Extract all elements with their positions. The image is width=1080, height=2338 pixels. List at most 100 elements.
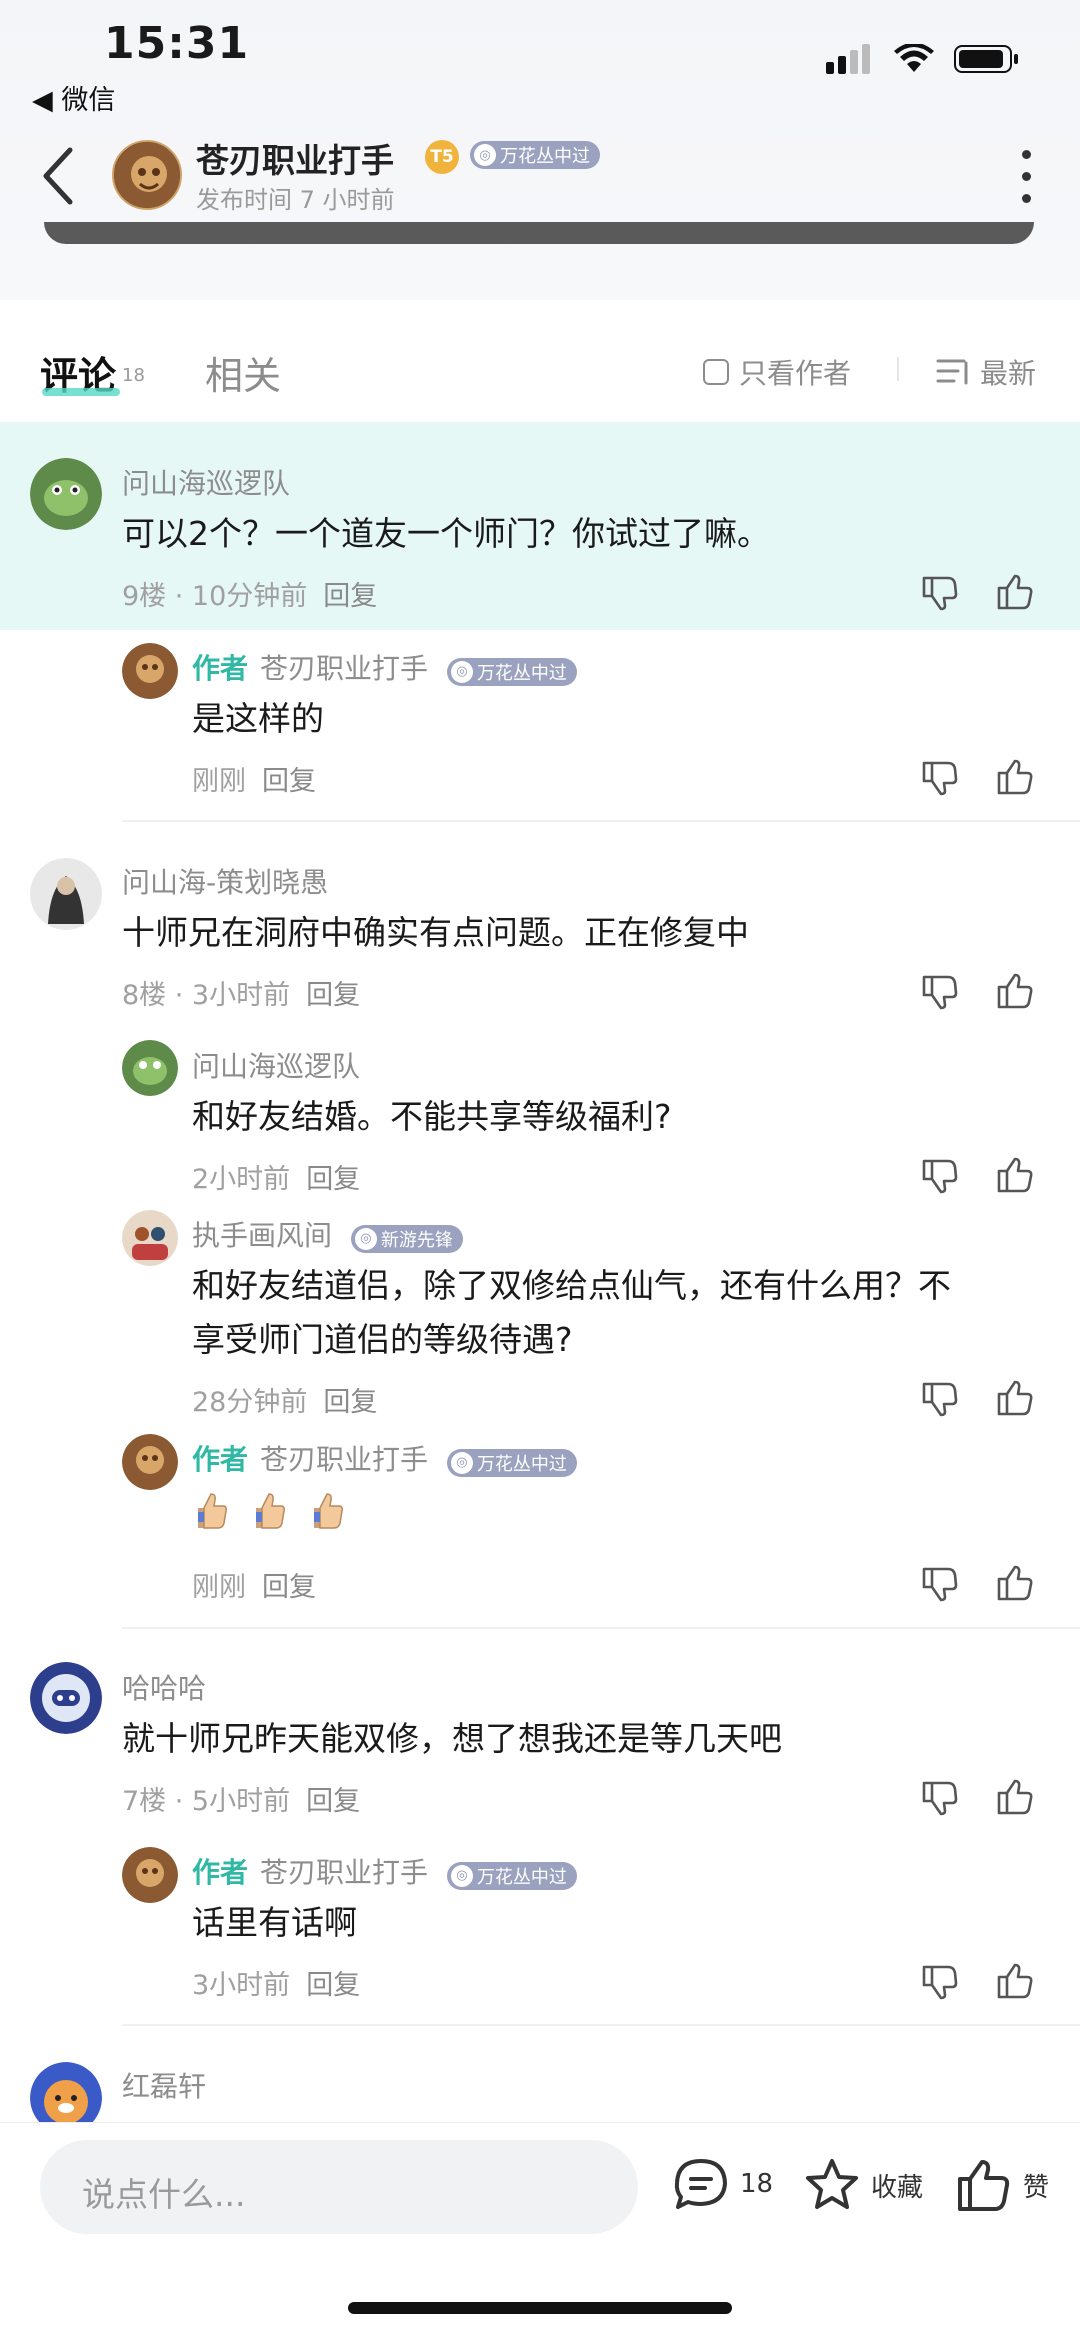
wifi-icon bbox=[894, 44, 934, 72]
reply-button[interactable]: 回复 bbox=[323, 581, 377, 612]
post-media-strip bbox=[44, 222, 1034, 244]
like-icon[interactable] bbox=[995, 757, 1035, 797]
avatar[interactable] bbox=[122, 643, 178, 699]
more-options-icon[interactable] bbox=[1022, 150, 1032, 216]
cellular-signal-icon bbox=[826, 44, 870, 74]
user-tag: ◎ 万花丛中过 bbox=[446, 1448, 577, 1477]
comment-username[interactable]: 执手画风间 ◎ 新游先锋 bbox=[192, 1214, 463, 1254]
author-label: 作者 bbox=[192, 1443, 249, 1476]
comment-content: 十师兄在洞府中确实有点问题。正在修复中 bbox=[122, 913, 749, 952]
user-tag: ◎ 新游先锋 bbox=[350, 1224, 463, 1253]
comment-content: 可以2个？一个道友一个师门？你试过了嘛。 bbox=[122, 514, 770, 553]
dislike-icon[interactable] bbox=[920, 1777, 960, 1817]
avatar[interactable] bbox=[30, 458, 102, 530]
comment-meta: 刚刚 回复 bbox=[192, 1572, 316, 1603]
avatar[interactable] bbox=[122, 1210, 178, 1266]
reply-button[interactable]: 回复 bbox=[323, 1387, 377, 1418]
comment-bubble-icon bbox=[674, 2159, 727, 2209]
battery-icon bbox=[954, 45, 1018, 73]
level-badge: T5 bbox=[425, 140, 459, 174]
comment-meta: 7楼 · 5小时前 回复 bbox=[122, 1786, 361, 1817]
status-icons bbox=[826, 44, 1020, 74]
like-icon[interactable] bbox=[995, 1155, 1035, 1195]
home-indicator bbox=[348, 2302, 732, 2314]
author-label: 作者 bbox=[192, 652, 249, 685]
author-tag: ◎ 万花丛中过 bbox=[470, 141, 600, 169]
dislike-icon[interactable] bbox=[920, 1155, 960, 1195]
back-arrow-icon[interactable] bbox=[40, 146, 76, 206]
comment-content: 和好友结婚。不能共享等级福利? bbox=[192, 1097, 672, 1136]
like-icon[interactable] bbox=[995, 572, 1035, 612]
reply-button[interactable]: 回复 bbox=[262, 766, 316, 797]
star-icon bbox=[806, 2159, 858, 2209]
reply-button[interactable]: 回复 bbox=[306, 980, 360, 1011]
thumbs-up-icon bbox=[958, 2160, 1010, 2211]
reply-button[interactable]: 回复 bbox=[306, 1164, 360, 1195]
comment-input-placeholder[interactable]: 说点什么... bbox=[82, 2168, 245, 2216]
comment-username[interactable]: 红磊轩 bbox=[122, 2065, 206, 2105]
only-author-toggle[interactable]: 只看作者 bbox=[703, 352, 851, 392]
thumbs-up-emoji-icon bbox=[256, 1493, 285, 1529]
comment-divider bbox=[122, 2024, 1080, 2026]
comments-button[interactable]: 18 bbox=[672, 2157, 773, 2211]
dislike-icon[interactable] bbox=[920, 757, 960, 797]
avatar[interactable] bbox=[122, 1434, 178, 1490]
tab-related[interactable]: 相关 bbox=[205, 345, 281, 400]
like-icon[interactable] bbox=[995, 1563, 1035, 1603]
user-tag: ◎ 万花丛中过 bbox=[446, 657, 577, 686]
author-name[interactable]: 苍刃职业打手 bbox=[196, 134, 394, 182]
back-to-wechat[interactable]: ◀ 微信 bbox=[32, 78, 115, 117]
avatar[interactable] bbox=[30, 858, 102, 930]
reply-button[interactable]: 回复 bbox=[262, 1572, 316, 1603]
author-label: 作者 bbox=[192, 1856, 249, 1889]
like-icon[interactable] bbox=[995, 1777, 1035, 1817]
comment-username[interactable]: 作者 苍刃职业打手 ◎ 万花丛中过 bbox=[192, 1851, 577, 1891]
comment-username[interactable]: 作者 苍刃职业打手 ◎ 万花丛中过 bbox=[192, 1438, 577, 1478]
sort-list-icon bbox=[936, 359, 968, 385]
status-time: 15:31 bbox=[104, 18, 250, 69]
publish-time: 发布时间 7 小时前 bbox=[196, 186, 395, 214]
comment-username[interactable]: 问山海-策划晓愚 bbox=[122, 861, 328, 901]
comment-meta: 8楼 · 3小时前 回复 bbox=[122, 980, 361, 1011]
comment-count: 18 bbox=[122, 365, 145, 386]
dislike-icon[interactable] bbox=[920, 1563, 960, 1603]
active-tab-indicator bbox=[42, 388, 120, 396]
comment-divider bbox=[122, 820, 1080, 822]
comment-content: 和好友结道侣，除了双修给点仙气，还有什么用？不 享受师门道侣的等级待遇? bbox=[192, 1266, 951, 1359]
like-icon[interactable] bbox=[995, 1378, 1035, 1418]
thumbs-up-emoji-icon bbox=[198, 1493, 227, 1529]
gamepad-icon: ◎ bbox=[450, 1451, 473, 1474]
gamepad-icon: ◎ bbox=[354, 1227, 377, 1250]
comment-username[interactable]: 作者 苍刃职业打手 ◎ 万花丛中过 bbox=[192, 647, 577, 687]
comment-meta: 28分钟前 回复 bbox=[192, 1387, 378, 1418]
avatar[interactable] bbox=[30, 1662, 102, 1734]
comment-content: 就十师兄昨天能双修，想了想我还是等几天吧 bbox=[122, 1719, 782, 1758]
divider bbox=[897, 357, 899, 381]
comment-username[interactable]: 问山海巡逻队 bbox=[192, 1045, 360, 1085]
comment-username[interactable]: 哈哈哈 bbox=[122, 1667, 206, 1707]
reply-button[interactable]: 回复 bbox=[306, 1970, 360, 2001]
comment-content: 话里有话啊 bbox=[192, 1903, 357, 1942]
like-icon[interactable] bbox=[995, 971, 1035, 1011]
comment-username[interactable]: 问山海巡逻队 bbox=[122, 462, 290, 502]
comment-meta: 刚刚 回复 bbox=[192, 766, 316, 797]
dislike-icon[interactable] bbox=[920, 971, 960, 1011]
emoji-reply bbox=[194, 1490, 368, 1534]
sort-button[interactable]: 最新 bbox=[936, 352, 1036, 392]
collect-button[interactable]: 收藏 bbox=[803, 2157, 923, 2213]
comment-meta: 3小时前 回复 bbox=[192, 1970, 361, 2001]
like-post-button[interactable]: 赞 bbox=[955, 2157, 1049, 2213]
user-tag: ◎ 万花丛中过 bbox=[446, 1861, 577, 1890]
dislike-icon[interactable] bbox=[920, 1961, 960, 2001]
dislike-icon[interactable] bbox=[920, 572, 960, 612]
dislike-icon[interactable] bbox=[920, 1378, 960, 1418]
comment-meta: 2小时前 回复 bbox=[192, 1164, 361, 1195]
comment-content: 是这样的 bbox=[192, 699, 324, 738]
reply-button[interactable]: 回复 bbox=[306, 1786, 360, 1817]
like-icon[interactable] bbox=[995, 1961, 1035, 2001]
avatar[interactable] bbox=[122, 1847, 178, 1903]
gamepad-icon: ◎ bbox=[450, 660, 473, 683]
author-avatar[interactable] bbox=[112, 140, 182, 210]
avatar[interactable] bbox=[122, 1040, 178, 1096]
checkbox-icon[interactable] bbox=[703, 359, 729, 385]
